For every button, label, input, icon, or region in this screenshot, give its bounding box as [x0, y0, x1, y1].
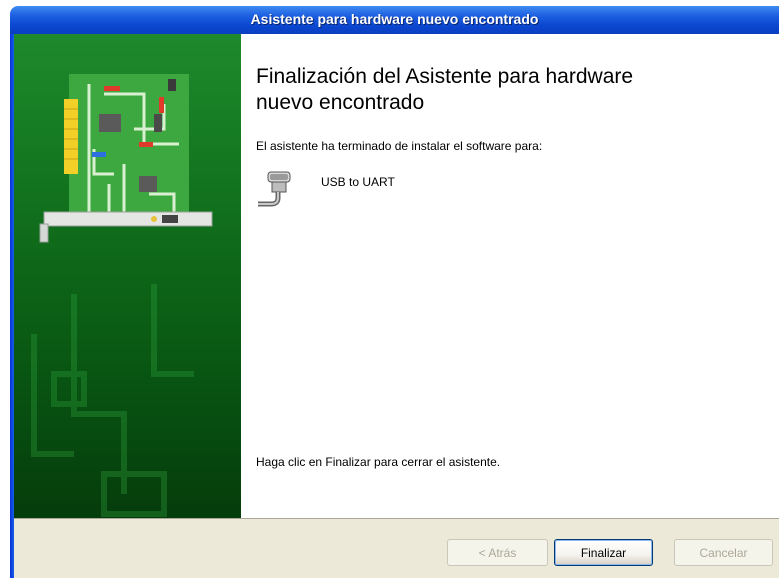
page-title: Finalización del Asistente para hardware…: [256, 65, 634, 114]
serial-port-icon: [258, 171, 291, 207]
finish-hint-text: Haga clic en Finalizar para cerrar el as…: [256, 455, 501, 469]
title-bar[interactable]: Asistente para hardware nuevo encontrado: [10, 6, 779, 34]
cancel-button[interactable]: Cancelar: [674, 539, 773, 566]
button-bar: < Atrás Finalizar Cancelar: [14, 518, 779, 578]
wizard-side-image: [14, 34, 241, 518]
wizard-content: Finalización del Asistente para hardware…: [241, 34, 779, 518]
circuit-board-graphic: [31, 74, 213, 517]
window-title: Asistente para hardware nuevo encontrado: [250, 11, 539, 27]
device-name: USB to UART: [321, 175, 395, 189]
back-button[interactable]: < Atrás: [447, 539, 548, 566]
intro-text: El asistente ha terminado de instalar el…: [256, 139, 543, 153]
finish-button[interactable]: Finalizar: [554, 539, 653, 566]
